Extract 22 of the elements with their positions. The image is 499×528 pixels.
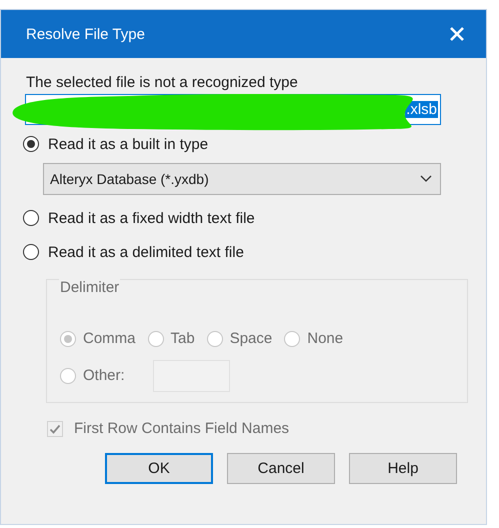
dialog-button[interactable]: Cancel bbox=[227, 453, 335, 484]
option-label: Tab bbox=[170, 330, 195, 347]
option-label: Space bbox=[230, 330, 272, 347]
caret-icon bbox=[420, 175, 432, 183]
dialog-button[interactable]: OK bbox=[105, 453, 213, 484]
dialog-button[interactable]: Help bbox=[349, 453, 457, 484]
radio-button[interactable] bbox=[23, 244, 39, 260]
option-label: Read it as a built in type bbox=[48, 136, 208, 152]
window-title: Resolve File Type bbox=[26, 26, 145, 42]
close-icon[interactable] bbox=[450, 27, 464, 41]
radio-button[interactable] bbox=[23, 136, 39, 152]
message-text: The selected file is not a recognized type bbox=[26, 74, 299, 91]
option-label: Read it as a delimited text file bbox=[48, 244, 244, 260]
option-label: None bbox=[307, 330, 344, 347]
checkbox-label: First Row Contains Field Names bbox=[74, 420, 290, 437]
option-label: Other: bbox=[83, 367, 125, 384]
type-dropdown[interactable]: Alteryx Database (*.yxdb) bbox=[43, 163, 441, 195]
option-label: Read it as a fixed width text file bbox=[48, 210, 255, 226]
radio-button[interactable] bbox=[23, 210, 39, 226]
file-name-text[interactable]: .xlsb bbox=[405, 101, 438, 118]
option-label: Comma bbox=[83, 330, 136, 347]
check-icon bbox=[49, 422, 61, 434]
